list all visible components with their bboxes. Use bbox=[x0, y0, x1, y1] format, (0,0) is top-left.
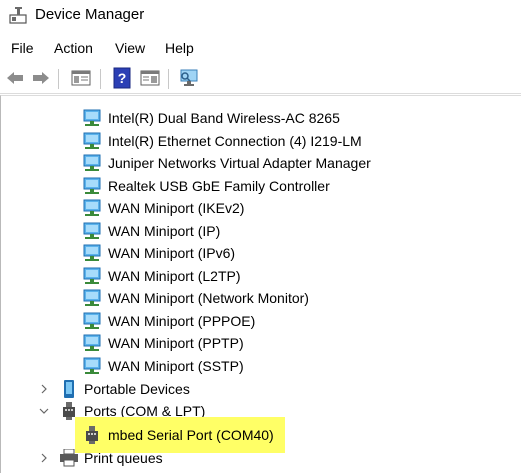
tree-category-print-queues[interactable]: Print queues bbox=[1, 447, 521, 469]
toolbar-separator bbox=[168, 69, 169, 89]
portable-device-icon bbox=[59, 380, 79, 398]
tree-item-label: WAN Miniport (Network Monitor) bbox=[108, 290, 309, 306]
tree-item-network-adapter[interactable]: Intel(R) Ethernet Connection (4) I219-LM bbox=[1, 130, 521, 152]
tree-category-portable-devices[interactable]: Portable Devices bbox=[1, 378, 521, 400]
tree-item-label: WAN Miniport (IPv6) bbox=[108, 245, 236, 261]
help-icon[interactable]: ? bbox=[111, 67, 133, 89]
properties-icon[interactable] bbox=[139, 67, 161, 89]
network-adapter-icon bbox=[82, 334, 102, 352]
tree-item-label: Intel(R) Dual Band Wireless-AC 8265 bbox=[108, 110, 340, 126]
tree-item-label: mbed Serial Port (COM40) bbox=[108, 427, 274, 443]
scan-hardware-icon[interactable] bbox=[178, 67, 200, 89]
menu-help[interactable]: Help bbox=[165, 40, 194, 56]
menu-view[interactable]: View bbox=[115, 40, 145, 56]
port-connector-icon bbox=[82, 426, 102, 444]
tree-item-label: WAN Miniport (L2TP) bbox=[108, 268, 241, 284]
window-title: Device Manager bbox=[35, 6, 145, 23]
menu-action[interactable]: Action bbox=[54, 40, 93, 56]
network-adapter-icon bbox=[82, 289, 102, 307]
printer-icon bbox=[59, 448, 79, 467]
console-tree-icon[interactable] bbox=[70, 67, 92, 89]
tree-item-network-adapter[interactable]: WAN Miniport (Network Monitor) bbox=[1, 287, 521, 309]
tree-item-label: Juniper Networks Virtual Adapter Manager bbox=[108, 155, 371, 171]
tree-item-label: WAN Miniport (PPTP) bbox=[108, 335, 244, 351]
device-tree[interactable]: Intel(R) Dual Band Wireless-AC 8265 Inte… bbox=[0, 95, 521, 473]
tree-item-network-adapter[interactable]: WAN Miniport (PPTP) bbox=[1, 332, 521, 354]
tree-item-label: WAN Miniport (SSTP) bbox=[108, 358, 244, 374]
network-adapter-icon bbox=[82, 357, 102, 375]
chevron-down-icon[interactable] bbox=[38, 404, 50, 416]
network-adapter-icon bbox=[82, 267, 102, 285]
toolbar-separator bbox=[100, 69, 101, 89]
network-adapter-icon bbox=[82, 132, 102, 150]
network-adapter-icon bbox=[82, 199, 102, 217]
tree-item-serial-port[interactable]: mbed Serial Port (COM40) bbox=[1, 424, 521, 446]
tree-item-label: Intel(R) Ethernet Connection (4) I219-LM bbox=[108, 133, 362, 149]
menu-file[interactable]: File bbox=[11, 40, 34, 56]
tree-item-network-adapter[interactable]: WAN Miniport (IP) bbox=[1, 220, 521, 242]
tree-item-network-adapter[interactable]: WAN Miniport (IPv6) bbox=[1, 242, 521, 264]
chevron-right-icon[interactable] bbox=[38, 451, 50, 463]
tree-item-label: Portable Devices bbox=[84, 381, 190, 397]
chevron-right-icon[interactable] bbox=[38, 382, 50, 394]
tree-item-network-adapter[interactable]: Juniper Networks Virtual Adapter Manager bbox=[1, 152, 521, 174]
back-arrow-icon[interactable] bbox=[4, 67, 26, 89]
network-adapter-icon bbox=[82, 222, 102, 240]
title-bar: Device Manager bbox=[0, 0, 521, 32]
tree-item-network-adapter[interactable]: Intel(R) Dual Band Wireless-AC 8265 bbox=[1, 107, 521, 129]
forward-arrow-icon[interactable] bbox=[30, 67, 52, 89]
tree-item-network-adapter[interactable]: WAN Miniport (IKEv2) bbox=[1, 197, 521, 219]
network-adapter-icon bbox=[82, 312, 102, 330]
tree-item-network-adapter[interactable]: WAN Miniport (PPPOE) bbox=[1, 310, 521, 332]
network-adapter-icon bbox=[82, 177, 102, 195]
tree-item-label: WAN Miniport (IKEv2) bbox=[108, 200, 245, 216]
device-manager-icon bbox=[9, 6, 27, 24]
tree-item-label: Print queues bbox=[84, 450, 163, 466]
svg-text:?: ? bbox=[118, 70, 127, 86]
tree-item-label: WAN Miniport (PPPOE) bbox=[108, 313, 256, 329]
tree-item-label: WAN Miniport (IP) bbox=[108, 223, 221, 239]
network-adapter-icon bbox=[82, 154, 102, 172]
network-adapter-icon bbox=[82, 244, 102, 262]
menu-bar: File Action View Help bbox=[0, 36, 521, 60]
toolbar: ? bbox=[0, 63, 521, 94]
tree-item-network-adapter[interactable]: WAN Miniport (SSTP) bbox=[1, 355, 521, 377]
tree-item-network-adapter[interactable]: Realtek USB GbE Family Controller bbox=[1, 175, 521, 197]
tree-item-label: Realtek USB GbE Family Controller bbox=[108, 178, 330, 194]
network-adapter-icon bbox=[82, 109, 102, 127]
toolbar-separator bbox=[58, 69, 59, 89]
tree-item-network-adapter[interactable]: WAN Miniport (L2TP) bbox=[1, 265, 521, 287]
